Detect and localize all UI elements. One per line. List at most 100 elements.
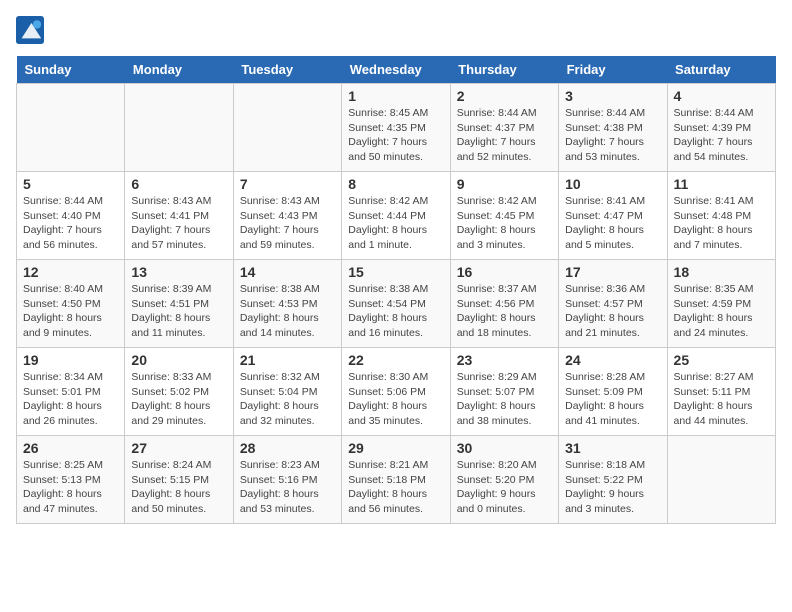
day-number: 15 <box>348 264 443 280</box>
day-number: 10 <box>565 176 660 192</box>
day-info: Sunrise: 8:42 AM Sunset: 4:44 PM Dayligh… <box>348 194 443 253</box>
calendar-day: 16 Sunrise: 8:37 AM Sunset: 4:56 PM Dayli… <box>450 260 558 348</box>
day-number: 5 <box>23 176 118 192</box>
day-number: 6 <box>131 176 226 192</box>
calendar-day: 1 Sunrise: 8:45 AM Sunset: 4:35 PM Daylig… <box>342 84 450 172</box>
day-info: Sunrise: 8:28 AM Sunset: 5:09 PM Dayligh… <box>565 370 660 429</box>
day-info: Sunrise: 8:34 AM Sunset: 5:01 PM Dayligh… <box>23 370 118 429</box>
calendar-day: 7 Sunrise: 8:43 AM Sunset: 4:43 PM Daylig… <box>233 172 341 260</box>
day-number: 3 <box>565 88 660 104</box>
weekday-header-tuesday: Tuesday <box>233 56 341 84</box>
day-info: Sunrise: 8:36 AM Sunset: 4:57 PM Dayligh… <box>565 282 660 341</box>
day-info: Sunrise: 8:38 AM Sunset: 4:53 PM Dayligh… <box>240 282 335 341</box>
calendar-day: 11 Sunrise: 8:41 AM Sunset: 4:48 PM Dayli… <box>667 172 775 260</box>
weekday-header-monday: Monday <box>125 56 233 84</box>
day-info: Sunrise: 8:44 AM Sunset: 4:40 PM Dayligh… <box>23 194 118 253</box>
calendar-day: 5 Sunrise: 8:44 AM Sunset: 4:40 PM Daylig… <box>17 172 125 260</box>
calendar-day: 18 Sunrise: 8:35 AM Sunset: 4:59 PM Dayli… <box>667 260 775 348</box>
day-info: Sunrise: 8:25 AM Sunset: 5:13 PM Dayligh… <box>23 458 118 517</box>
day-info: Sunrise: 8:24 AM Sunset: 5:15 PM Dayligh… <box>131 458 226 517</box>
day-number: 12 <box>23 264 118 280</box>
day-number: 20 <box>131 352 226 368</box>
logo <box>16 16 48 44</box>
day-number: 4 <box>674 88 769 104</box>
calendar-week-2: 12 Sunrise: 8:40 AM Sunset: 4:50 PM Dayli… <box>17 260 776 348</box>
day-info: Sunrise: 8:42 AM Sunset: 4:45 PM Dayligh… <box>457 194 552 253</box>
calendar-day: 24 Sunrise: 8:28 AM Sunset: 5:09 PM Dayli… <box>559 348 667 436</box>
calendar-day: 10 Sunrise: 8:41 AM Sunset: 4:47 PM Dayli… <box>559 172 667 260</box>
day-info: Sunrise: 8:35 AM Sunset: 4:59 PM Dayligh… <box>674 282 769 341</box>
calendar-body: 1 Sunrise: 8:45 AM Sunset: 4:35 PM Daylig… <box>17 84 776 524</box>
page-header <box>16 16 776 44</box>
day-number: 8 <box>348 176 443 192</box>
calendar-week-0: 1 Sunrise: 8:45 AM Sunset: 4:35 PM Daylig… <box>17 84 776 172</box>
day-info: Sunrise: 8:27 AM Sunset: 5:11 PM Dayligh… <box>674 370 769 429</box>
calendar-week-1: 5 Sunrise: 8:44 AM Sunset: 4:40 PM Daylig… <box>17 172 776 260</box>
weekday-header-sunday: Sunday <box>17 56 125 84</box>
day-info: Sunrise: 8:43 AM Sunset: 4:43 PM Dayligh… <box>240 194 335 253</box>
day-number: 31 <box>565 440 660 456</box>
day-number: 24 <box>565 352 660 368</box>
day-number: 23 <box>457 352 552 368</box>
day-info: Sunrise: 8:18 AM Sunset: 5:22 PM Dayligh… <box>565 458 660 517</box>
calendar-day: 25 Sunrise: 8:27 AM Sunset: 5:11 PM Dayli… <box>667 348 775 436</box>
calendar-day: 13Sunrise: 8:39 AM Sunset: 4:51 PM Dayli… <box>125 260 233 348</box>
calendar-day <box>233 84 341 172</box>
day-info: Sunrise: 8:32 AM Sunset: 5:04 PM Dayligh… <box>240 370 335 429</box>
day-info: Sunrise: 8:23 AM Sunset: 5:16 PM Dayligh… <box>240 458 335 517</box>
calendar-day: 27 Sunrise: 8:24 AM Sunset: 5:15 PM Dayli… <box>125 436 233 524</box>
day-info: Sunrise: 8:33 AM Sunset: 5:02 PM Dayligh… <box>131 370 226 429</box>
day-number: 14 <box>240 264 335 280</box>
day-number: 29 <box>348 440 443 456</box>
day-info: Sunrise: 8:20 AM Sunset: 5:20 PM Dayligh… <box>457 458 552 517</box>
day-info: Sunrise: 8:41 AM Sunset: 4:47 PM Dayligh… <box>565 194 660 253</box>
weekday-row: SundayMondayTuesdayWednesdayThursdayFrid… <box>17 56 776 84</box>
day-number: 27 <box>131 440 226 456</box>
calendar-header: SundayMondayTuesdayWednesdayThursdayFrid… <box>17 56 776 84</box>
day-number: 17 <box>565 264 660 280</box>
calendar-week-4: 26Sunrise: 8:25 AM Sunset: 5:13 PM Dayli… <box>17 436 776 524</box>
calendar-day: 20 Sunrise: 8:33 AM Sunset: 5:02 PM Dayli… <box>125 348 233 436</box>
day-number: 30 <box>457 440 552 456</box>
day-info: Sunrise: 8:40 AM Sunset: 4:50 PM Dayligh… <box>23 282 118 341</box>
day-number: 9 <box>457 176 552 192</box>
calendar-week-3: 19Sunrise: 8:34 AM Sunset: 5:01 PM Dayli… <box>17 348 776 436</box>
day-number: 16 <box>457 264 552 280</box>
calendar-day: 30 Sunrise: 8:20 AM Sunset: 5:20 PM Dayli… <box>450 436 558 524</box>
calendar-day: 14 Sunrise: 8:38 AM Sunset: 4:53 PM Dayli… <box>233 260 341 348</box>
day-info: Sunrise: 8:21 AM Sunset: 5:18 PM Dayligh… <box>348 458 443 517</box>
day-info: Sunrise: 8:45 AM Sunset: 4:35 PM Dayligh… <box>348 106 443 165</box>
day-number: 21 <box>240 352 335 368</box>
day-number: 1 <box>348 88 443 104</box>
day-number: 11 <box>674 176 769 192</box>
calendar-day <box>667 436 775 524</box>
calendar-day: 12 Sunrise: 8:40 AM Sunset: 4:50 PM Dayli… <box>17 260 125 348</box>
day-number: 28 <box>240 440 335 456</box>
calendar-day: 22 Sunrise: 8:30 AM Sunset: 5:06 PM Dayli… <box>342 348 450 436</box>
calendar-day: 8 Sunrise: 8:42 AM Sunset: 4:44 PM Daylig… <box>342 172 450 260</box>
day-number: 25 <box>674 352 769 368</box>
calendar-day: 26Sunrise: 8:25 AM Sunset: 5:13 PM Dayli… <box>17 436 125 524</box>
calendar-day: 3 Sunrise: 8:44 AM Sunset: 4:38 PM Daylig… <box>559 84 667 172</box>
calendar-day: 6Sunrise: 8:43 AM Sunset: 4:41 PM Daylig… <box>125 172 233 260</box>
day-info: Sunrise: 8:29 AM Sunset: 5:07 PM Dayligh… <box>457 370 552 429</box>
day-info: Sunrise: 8:44 AM Sunset: 4:38 PM Dayligh… <box>565 106 660 165</box>
calendar-day <box>125 84 233 172</box>
day-info: Sunrise: 8:44 AM Sunset: 4:37 PM Dayligh… <box>457 106 552 165</box>
calendar-day: 28 Sunrise: 8:23 AM Sunset: 5:16 PM Dayli… <box>233 436 341 524</box>
calendar-day: 31 Sunrise: 8:18 AM Sunset: 5:22 PM Dayli… <box>559 436 667 524</box>
calendar-day: 17 Sunrise: 8:36 AM Sunset: 4:57 PM Dayli… <box>559 260 667 348</box>
calendar-table: SundayMondayTuesdayWednesdayThursdayFrid… <box>16 56 776 524</box>
calendar-day: 4Sunrise: 8:44 AM Sunset: 4:39 PM Daylig… <box>667 84 775 172</box>
day-info: Sunrise: 8:41 AM Sunset: 4:48 PM Dayligh… <box>674 194 769 253</box>
calendar-day: 15 Sunrise: 8:38 AM Sunset: 4:54 PM Dayli… <box>342 260 450 348</box>
weekday-header-saturday: Saturday <box>667 56 775 84</box>
day-info: Sunrise: 8:39 AM Sunset: 4:51 PM Dayligh… <box>131 282 226 341</box>
day-number: 18 <box>674 264 769 280</box>
day-info: Sunrise: 8:38 AM Sunset: 4:54 PM Dayligh… <box>348 282 443 341</box>
calendar-day: 29 Sunrise: 8:21 AM Sunset: 5:18 PM Dayli… <box>342 436 450 524</box>
day-info: Sunrise: 8:37 AM Sunset: 4:56 PM Dayligh… <box>457 282 552 341</box>
day-number: 22 <box>348 352 443 368</box>
day-info: Sunrise: 8:30 AM Sunset: 5:06 PM Dayligh… <box>348 370 443 429</box>
day-number: 7 <box>240 176 335 192</box>
